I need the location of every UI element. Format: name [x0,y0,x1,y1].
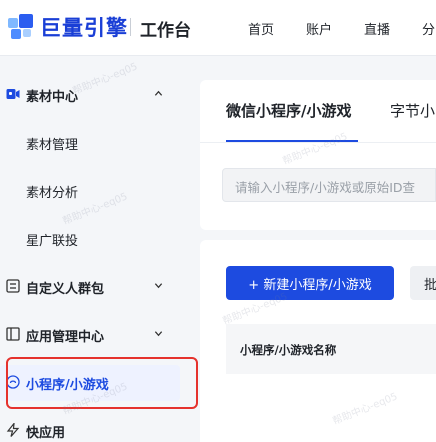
topnav-account[interactable]: 账户 [306,19,332,38]
main-panel: 微信小程序/小游戏 字节小 请输入小程序/小游戏或原始ID查 [200,80,436,230]
sidebar-item-quickapp[interactable]: 快应用 [0,413,180,442]
table-header: 小程序/小游戏名称 [226,324,436,374]
batch-button[interactable]: 批 [410,266,436,300]
list-panel: + 新建小程序/小游戏 批 小程序/小游戏名称 [200,240,436,442]
sidebar-item-label: 素材中心 [26,90,79,105]
sidebar-item-label: 自定义人群包 [26,282,105,297]
sidebar-item-app-management[interactable]: 应用管理中心 [0,317,180,353]
column-header-name: 小程序/小游戏名称 [240,343,337,357]
sidebar-item-material-analysis[interactable]: 素材分析 [0,173,180,209]
sidebar-item-xingguang[interactable]: 星广联投 [0,221,180,257]
video-icon [6,89,20,99]
topnav-more[interactable]: 分 [422,19,435,38]
header-divider [130,18,131,36]
tab-active-indicator [226,140,358,142]
tab-bytedance-miniapp[interactable]: 字节小 [390,100,435,121]
audience-icon [6,279,20,293]
sidebar-item-material-manage[interactable]: 素材管理 [0,125,180,161]
sidebar-item-label: 素材管理 [26,138,79,153]
sidebar-item-custom-audience[interactable]: 自定义人群包 [0,269,180,305]
chevron-down-icon [154,331,163,337]
new-miniapp-button[interactable]: + 新建小程序/小游戏 [226,266,394,300]
active-item-highlight [6,357,198,409]
chevron-up-icon [154,90,163,96]
lightning-icon [6,423,20,437]
topnav-home[interactable]: 首页 [248,19,274,38]
sidebar-item-label: 星广联投 [26,234,79,249]
search-input[interactable]: 请输入小程序/小游戏或原始ID查 [222,168,436,202]
chevron-down-icon [154,283,163,289]
brand-name[interactable]: 巨量引擎 [40,12,128,42]
tab-divider [200,142,436,143]
topnav-live[interactable]: 直播 [364,19,390,38]
sidebar-item-label: 快应用 [26,426,66,441]
sidebar-item-material-center[interactable]: 素材中心 [0,77,180,113]
brand-logo-icon[interactable] [8,14,38,40]
app-icon [6,327,20,341]
sidebar-item-label: 素材分析 [26,186,79,201]
workbench-title: 工作台 [140,21,191,41]
tab-wechat-miniapp[interactable]: 微信小程序/小游戏 [226,100,351,121]
sidebar-item-label: 应用管理中心 [26,330,105,345]
top-header: 巨量引擎 工作台 首页 账户 直播 分 [0,0,436,56]
